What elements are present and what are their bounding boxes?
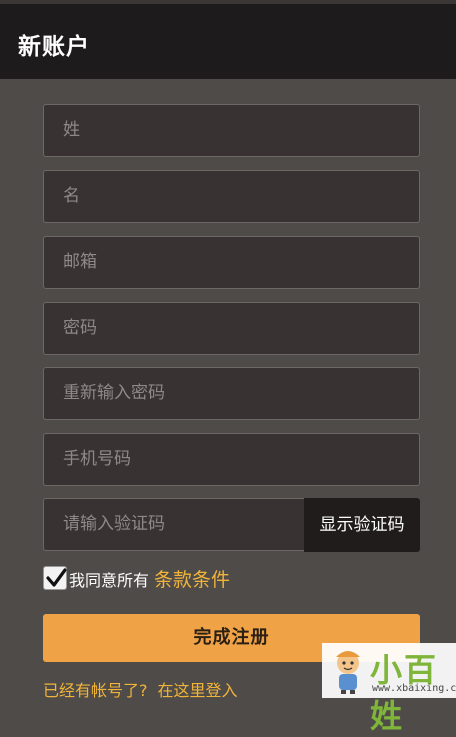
watermark: 小百姓 www.xbaixing.com: [322, 643, 456, 735]
confirm-password-field[interactable]: 重新输入密码: [43, 367, 420, 420]
show-captcha-button[interactable]: 显示验证码: [304, 498, 420, 552]
agree-label: 我同意所有: [69, 571, 150, 590]
password-field[interactable]: 密码: [43, 302, 420, 355]
login-link[interactable]: 在这里登入: [158, 681, 238, 700]
login-prompt-line: 已经有帐号了? 在这里登入: [43, 677, 248, 701]
email-field[interactable]: 邮箱: [43, 236, 420, 289]
agree-checkbox[interactable]: [43, 566, 67, 590]
checkmark-icon: [46, 568, 67, 587]
phone-field[interactable]: 手机号码: [43, 433, 420, 486]
login-prompt: 已经有帐号了?: [43, 681, 148, 700]
mascot-icon: [336, 651, 360, 694]
last-name-field[interactable]: 姓: [43, 104, 420, 157]
page-title: 新账户: [18, 34, 90, 60]
watermark-url: www.xbaixing.com: [372, 683, 456, 694]
terms-agreement: 我同意所有 条款条件: [43, 565, 230, 591]
first-name-field[interactable]: 名: [43, 170, 420, 223]
terms-link[interactable]: 条款条件: [154, 565, 230, 592]
app-header: 新账户: [0, 4, 456, 79]
